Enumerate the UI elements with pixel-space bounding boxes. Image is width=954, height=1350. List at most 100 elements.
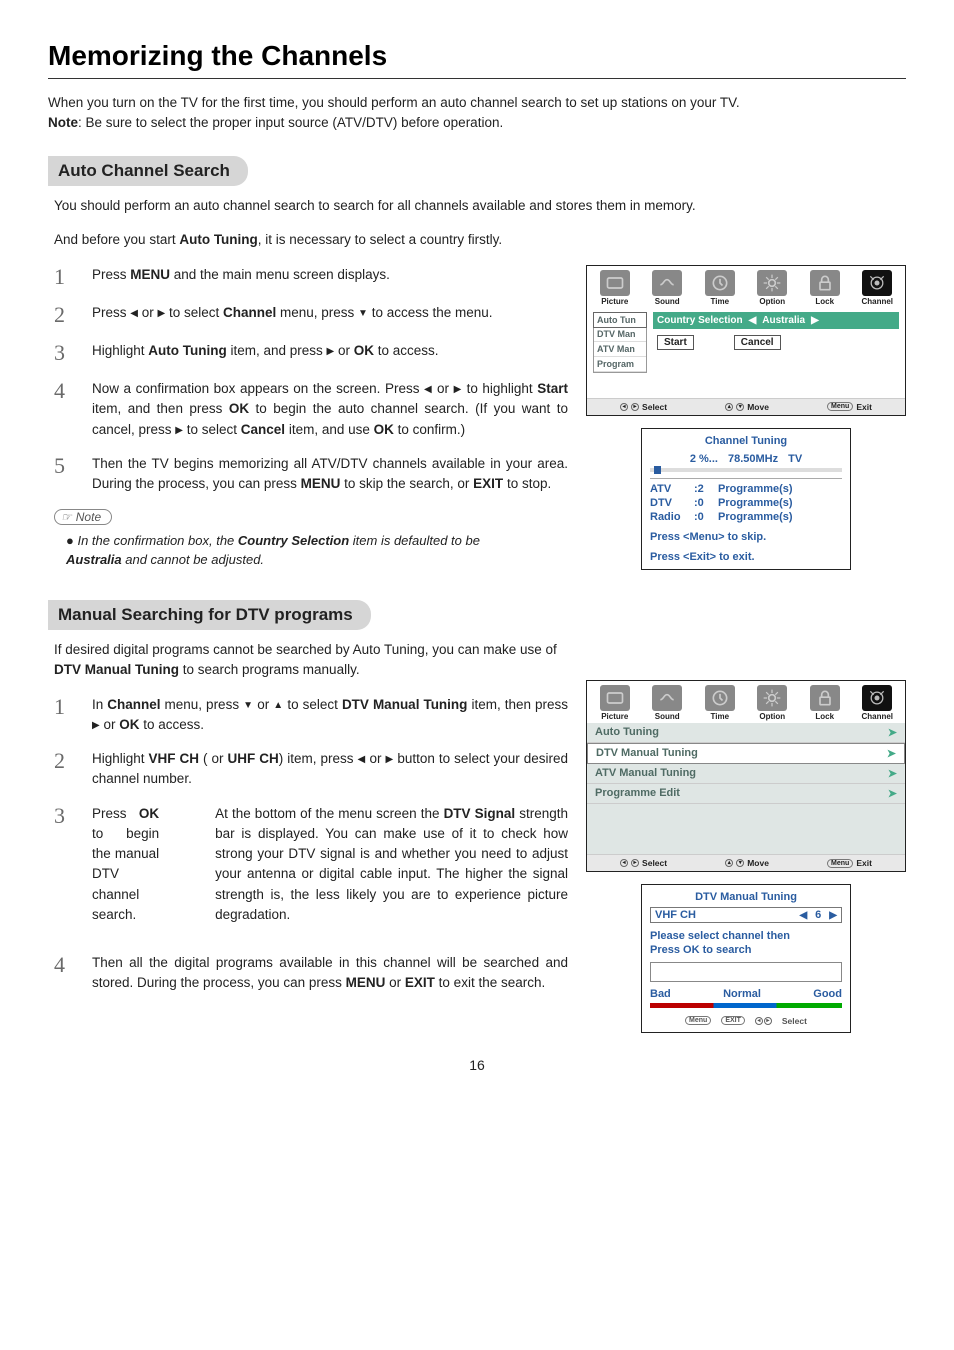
intro-note-text: : Be sure to select the proper input sou… (78, 115, 503, 130)
exit-pill-icon: EXIT (721, 1016, 745, 1025)
popup-title: Channel Tuning (650, 435, 842, 447)
osd-side-item[interactable]: DTV Man (594, 327, 646, 342)
auto-intro-2: And before you start Auto Tuning, it is … (48, 230, 906, 250)
menu-tab-picture[interactable]: Picture (589, 683, 641, 723)
auto-intro-2b: Auto Tuning (179, 232, 257, 247)
auto-intro-2c: , it is necessary to select a country fi… (258, 232, 502, 247)
channel-icon (862, 270, 892, 296)
arrow-left-icon[interactable]: ◀ (799, 910, 807, 921)
step-number: 5 (54, 454, 74, 495)
arrow-left-icon: ◀ (749, 315, 757, 326)
menu-tab-channel[interactable]: Channel (852, 683, 904, 723)
auto-intro-2a: And before you start (54, 232, 179, 247)
tab-label: Time (694, 712, 746, 721)
channel-menu-item[interactable]: Auto Tuning➤ (587, 723, 905, 743)
arrow-right-icon[interactable]: ▶ (829, 910, 837, 921)
menu-tab-sound[interactable]: Sound (642, 683, 694, 723)
tune-percent: 2 %... (690, 453, 718, 465)
vhf-label: VHF CH (655, 909, 696, 921)
signal-quality-bar (650, 1003, 842, 1008)
dtv-popup-footer: Menu EXIT ◂▸ Select (650, 1016, 842, 1026)
country-value: Australia (762, 315, 805, 326)
channel-tuning-popup: Channel Tuning 2 %... 78.50MHz TV ATV:2P… (641, 428, 851, 570)
menu-tab-picture[interactable]: Picture (589, 268, 641, 308)
osd-side-item[interactable]: Auto Tun (593, 312, 647, 328)
bullet-icon: ● (66, 533, 74, 548)
step-text: Now a confirmation box appears on the sc… (92, 379, 568, 440)
menu-tab-sound[interactable]: Sound (642, 268, 694, 308)
country-label: Country Selection (657, 315, 743, 326)
step-number: 1 (54, 695, 74, 736)
bar-move: Move (747, 402, 769, 412)
tab-label: Option (747, 297, 799, 306)
dtv-manual-tuning-popup: DTV Manual Tuning VHF CH ◀ 6 ▶ Please se… (641, 884, 851, 1033)
menu-tab-time[interactable]: Time (694, 268, 746, 308)
step-text: Then all the digital programs available … (92, 953, 568, 994)
manual-intro-b: DTV Manual Tuning (54, 662, 179, 677)
tab-label: Option (747, 712, 799, 721)
section-auto-search-head: Auto Channel Search (48, 156, 248, 186)
channel-menu-item[interactable]: DTV Manual Tuning➤ (587, 743, 905, 764)
intro-text-1: When you turn on the TV for the first ti… (48, 95, 740, 110)
tab-label: Channel (852, 712, 904, 721)
sound-icon (652, 685, 682, 711)
ud-buttons-icon: ▴▾ (725, 403, 744, 411)
q-normal: Normal (723, 988, 761, 1000)
manual-intro: If desired digital programs cannot be se… (48, 640, 568, 681)
signal-quality-labels: Bad Normal Good (650, 988, 842, 1000)
tab-label: Sound (642, 297, 694, 306)
channel-menu-item[interactable]: ATV Manual Tuning➤ (587, 764, 905, 784)
bar-exit: Exit (856, 402, 872, 412)
menu-tab-time[interactable]: Time (694, 683, 746, 723)
tab-label: Lock (799, 297, 851, 306)
menu-tab-option[interactable]: Option (747, 683, 799, 723)
tab-label: Sound (642, 712, 694, 721)
page-title: Memorizing the Channels (48, 40, 906, 72)
step: 1Press MENU and the main menu screen dis… (54, 265, 568, 289)
intro-paragraph: When you turn on the TV for the first ti… (48, 93, 906, 132)
step: 4 Then all the digital programs available… (54, 953, 568, 994)
bar2-exit: Exit (856, 858, 872, 868)
dtv-foot-select: Select (782, 1016, 807, 1026)
tab-label: Picture (589, 297, 641, 306)
menu-tab-lock[interactable]: Lock (799, 683, 851, 723)
step-text: Press OK to begin the manual DTV channel… (92, 804, 159, 940)
step-number: 2 (54, 303, 74, 327)
popup-hint-1: Press <Menu> to skip. (650, 531, 842, 543)
step-number: 4 (54, 953, 74, 994)
intro-note-label: Note (48, 115, 78, 130)
menu-tab-channel[interactable]: Channel (852, 268, 904, 308)
osd-side-menu: Auto TunDTV ManATV ManProgram (593, 312, 647, 373)
osd-side-item[interactable]: ATV Man (594, 342, 646, 357)
step-text: Press MENU and the main menu screen disp… (92, 265, 390, 289)
tab-label: Time (694, 297, 746, 306)
menu-tab-option[interactable]: Option (747, 268, 799, 308)
channel-menu-item[interactable]: Programme Edit➤ (587, 784, 905, 804)
start-button[interactable]: Start (657, 335, 694, 350)
programme-count-row: Radio:0Programme(s) (650, 511, 842, 523)
lock-icon (810, 270, 840, 296)
note-body: ● In the confirmation box, the Country S… (48, 526, 568, 576)
ud-buttons-icon: ▴▾ (725, 859, 744, 867)
auto-intro-1: You should perform an auto channel searc… (48, 196, 906, 216)
programme-count-row: DTV:0Programme(s) (650, 497, 842, 509)
country-selection-row[interactable]: Country Selection ◀ Australia ▶ (653, 312, 899, 329)
step-text: Highlight VHF CH ( or UHF CH) item, pres… (92, 749, 568, 790)
osd-side-item[interactable]: Program (594, 357, 646, 372)
popup-hint-2: Press <Exit> to exit. (650, 551, 842, 563)
osd2-footer: ◂▸ Select ▴▾ Move Menu Exit (587, 854, 905, 871)
hand-icon: ☞ (61, 510, 72, 524)
menu-pill-icon: Menu (827, 859, 853, 868)
vhf-channel-row[interactable]: VHF CH ◀ 6 ▶ (650, 907, 842, 923)
option-icon (757, 270, 787, 296)
osd-blank-area (587, 804, 905, 854)
signal-box (650, 962, 842, 982)
step-text: In Channel menu, press ▼ or ▲ to select … (92, 695, 568, 736)
step-number: 4 (54, 379, 74, 440)
step-text: Highlight Auto Tuning item, and press ▶ … (92, 341, 439, 365)
step: 3Press OK to begin the manual DTV channe… (54, 804, 568, 940)
dtv-msg-1: Please select channel then (650, 930, 790, 942)
lr-buttons-icon: ◂▸ (755, 1017, 772, 1025)
cancel-button[interactable]: Cancel (734, 335, 781, 350)
menu-tab-lock[interactable]: Lock (799, 268, 851, 308)
